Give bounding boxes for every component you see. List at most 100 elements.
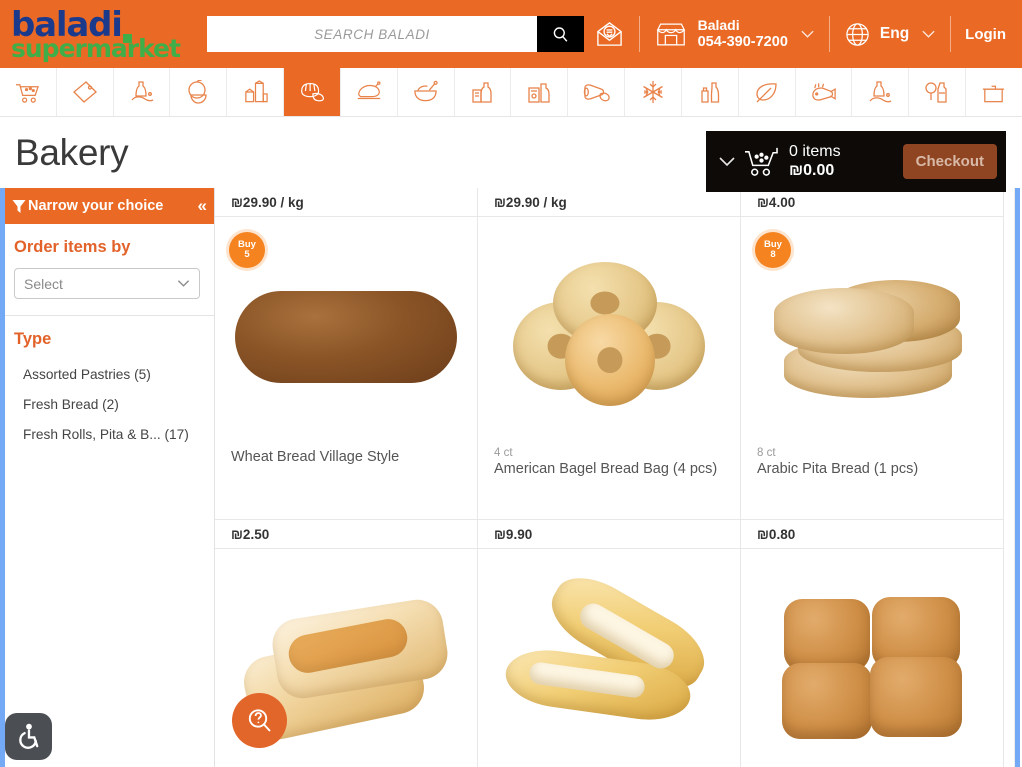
chevron-down-icon [177,280,190,287]
messages-button[interactable] [580,0,639,68]
filters-sidebar: Narrow your choice « Order items by Sele… [0,188,215,767]
narrow-your-choice-label: Narrow your choice [28,198,164,214]
search-button[interactable] [537,16,584,52]
language-selector[interactable]: Eng [830,0,950,68]
promo-badge: Buy 8 [755,232,791,268]
product-count: 4 ct [494,447,513,459]
category-bread-icon[interactable] [284,68,341,116]
product-card[interactable]: ₪4.00 [741,188,1004,217]
tag-icon [72,81,97,103]
envelope-icon [596,21,622,46]
header-right-actions: Baladi 054-390-7200 Eng Login [580,0,1022,68]
product-row: Bread Bag (3 pcs) 4 ct Half Baguette Bre… [215,549,1022,767]
category-cookware-pot-icon[interactable] [966,68,1022,116]
login-button[interactable]: Login [951,26,1022,43]
collapse-sidebar-button[interactable]: « [198,196,208,216]
category-condiments-icon[interactable] [455,68,512,116]
product-name: Arabic Pita Bread (1 pcs) [757,461,919,477]
product-card[interactable]: Buy 5 Wheat Bread Village Style [215,217,478,520]
category-organic-leaf-icon[interactable] [739,68,796,116]
category-deli-meat-icon[interactable] [568,68,626,116]
category-dairy-icon[interactable] [227,68,285,116]
category-beverages-icon[interactable] [682,68,739,116]
product-price: ₪2.50 [231,526,270,542]
help-button[interactable] [232,693,287,748]
cart-total: ₪0.00 [789,161,835,179]
product-image-area [757,559,987,767]
store-phone: 054-390-7200 [697,33,788,50]
product-price: ₪9.90 [494,526,533,542]
product-name: American Bagel Bread Bag (4 pcs) [494,461,718,477]
help-search-icon [248,708,271,732]
globe-icon [846,22,869,46]
organic-leaf-icon [756,82,777,102]
type-filter-item[interactable]: Fresh Rolls, Pita & B... (17) [14,420,200,450]
category-tag-icon[interactable] [57,68,114,116]
product-count: 8 ct [757,447,776,459]
site-header: baladi supermarket SEARCH BALADI Baladi … [0,0,1022,68]
cart-icon [16,84,40,103]
product-card[interactable]: Buy 8 8 ct Arabic Pita Bread (1 pcs) [741,217,1004,520]
product-card[interactable]: ₪29.90 / kg [215,188,478,217]
wheelchair-icon [19,723,39,749]
cookware-pot-icon [983,85,1005,102]
baby-bottle-icon [925,81,947,103]
category-cleaning-spray-icon[interactable] [511,68,569,116]
narrow-your-choice-header[interactable]: Narrow your choice « [0,188,214,224]
main-content: Narrow your choice « Order items by Sele… [0,188,1022,767]
cart-widget[interactable]: 0 items ₪0.00 Checkout [706,131,1006,192]
category-fruit-icon[interactable] [170,68,228,116]
product-card[interactable]: 4 ct American Bagel Bread Bag (4 pcs) [478,217,741,520]
product-card-price: ₪0.80 [741,520,1004,549]
product-card[interactable]: 4 ct Half Baguette Bread (4 pcs) [478,549,741,767]
product-card[interactable]: ₪29.90 / kg [478,188,741,217]
type-filter-section: Type Assorted Pastries (5) Fresh Bread (… [0,316,214,460]
product-image-area: Buy 5 [229,227,461,447]
checkout-button[interactable]: Checkout [902,144,997,179]
chevron-down-icon [801,30,814,38]
product-grid: ₪29.90 / kg ₪29.90 / kg ₪4.00 Buy 5 Whea… [215,188,1022,767]
beverages-icon [701,81,719,103]
store-icon [656,22,685,46]
category-sauce-bottle-icon[interactable] [114,68,171,116]
category-frozen-icon[interactable] [625,68,682,116]
category-seafood-icon[interactable] [796,68,853,116]
bread-icon [301,82,325,102]
type-heading: Type [14,330,52,348]
search-input[interactable] [207,16,537,52]
logo-text-secondary: supermarket [11,33,181,63]
product-image-wheat-loaf [235,291,457,383]
product-image-buns [782,597,962,741]
product-image-area [494,227,724,447]
household-icon [869,80,892,102]
filter-funnel-icon [12,199,26,213]
order-items-by-select[interactable]: Select [14,268,200,299]
deli-meat-icon [583,84,610,102]
accessibility-button[interactable] [5,713,52,760]
cart-expand-chevron-down-icon[interactable] [718,156,736,167]
cereal-bowl-icon [414,80,438,102]
product-price: ₪29.90 / kg [494,194,567,210]
cleaning-spray-icon [528,82,551,103]
order-items-by-heading: Order items by [14,238,131,256]
poultry-icon [357,81,381,100]
cart-icon [745,147,778,176]
type-filter-item[interactable]: Fresh Bread (2) [14,390,200,420]
frozen-snowflake-icon [643,81,663,103]
vertical-scrollbar[interactable] [1014,188,1015,767]
store-info: Baladi 054-390-7200 [698,17,788,51]
category-poultry-icon[interactable] [341,68,398,116]
type-filter-item[interactable]: Assorted Pastries (5) [14,360,200,390]
product-name: Wheat Bread Village Style [231,449,400,465]
product-card-price: ₪2.50 [215,520,478,549]
category-household-icon[interactable] [852,68,910,116]
site-logo[interactable]: baladi supermarket [11,8,181,61]
category-baby-bottle-icon[interactable] [909,68,967,116]
category-cereal-bowl-icon[interactable] [398,68,455,116]
store-selector[interactable]: Baladi 054-390-7200 [640,0,829,68]
product-card[interactable]: 5 ct Hamburger Buns Bag (5 pcs) [741,549,1004,767]
cart-items-count: 0 items [789,142,841,160]
product-row: Buy 5 Wheat Bread Village Style 4 ct Ame… [215,217,1022,520]
category-cart-icon[interactable] [0,68,57,116]
sauce-bottle-icon [131,80,153,101]
